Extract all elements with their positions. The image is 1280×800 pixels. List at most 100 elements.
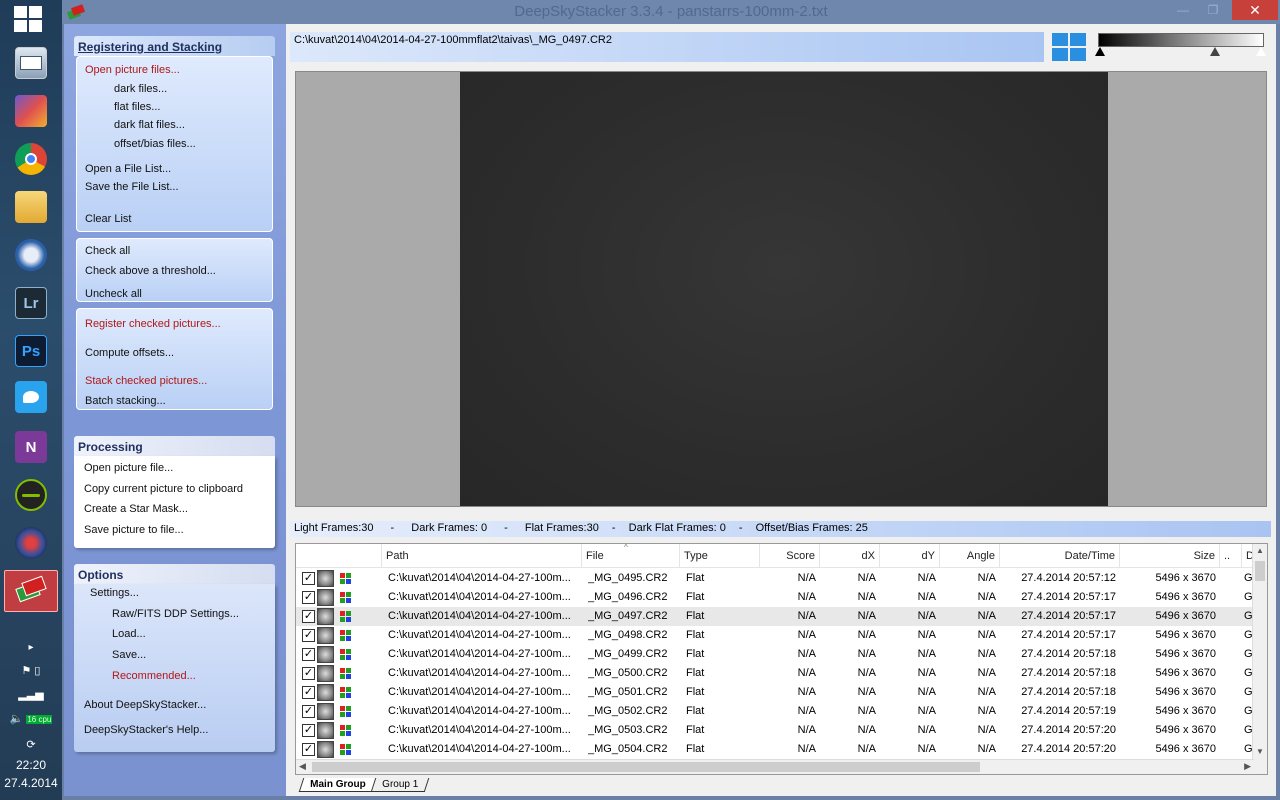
- taskbar-task-manager-icon[interactable]: [4, 42, 58, 84]
- column-header-path[interactable]: Path: [382, 544, 582, 568]
- column-header-score[interactable]: Score: [760, 544, 820, 568]
- row-checkbox[interactable]: ✓: [302, 686, 315, 699]
- preview-picture[interactable]: [460, 72, 1108, 506]
- table-row[interactable]: ✓ C:\kuvat\2014\04\2014-04-27-100m... _MG_…: [296, 645, 1254, 664]
- table-row[interactable]: ✓ C:\kuvat\2014\04\2014-04-27-100m... _MG_…: [296, 588, 1254, 607]
- uncheck-all-link[interactable]: Uncheck all: [85, 288, 142, 300]
- row-checkbox[interactable]: ✓: [302, 705, 315, 718]
- taskbar-lightroom-icon[interactable]: Lr: [4, 282, 58, 324]
- clear-list-link[interactable]: Clear List: [85, 213, 131, 225]
- title-bar[interactable]: DeepSkyStacker 3.3.4 - panstarrs-100mm-2…: [62, 0, 1280, 24]
- black-point-handle[interactable]: [1095, 47, 1105, 56]
- horizontal-scrollbar[interactable]: ◀ ▶: [296, 759, 1254, 774]
- taskbar-chrome-icon[interactable]: [4, 138, 58, 180]
- table-row[interactable]: ✓ C:\kuvat\2014\04\2014-04-27-100m... _MG_…: [296, 683, 1254, 702]
- open-file-list-link[interactable]: Open a File List...: [85, 163, 171, 175]
- table-row[interactable]: ✓ C:\kuvat\2014\04\2014-04-27-100m... _MG_…: [296, 607, 1254, 626]
- stack-checked-link[interactable]: Stack checked pictures...: [85, 375, 207, 387]
- settings-link[interactable]: Settings...: [90, 587, 139, 599]
- taskbar-thunderbird-icon[interactable]: [4, 234, 58, 276]
- copy-to-clipboard-link[interactable]: Copy current picture to clipboard: [84, 483, 243, 495]
- column-header-size[interactable]: Size: [1120, 544, 1220, 568]
- compute-offsets-link[interactable]: Compute offsets...: [85, 347, 174, 359]
- registering-header[interactable]: Registering and Stacking: [74, 36, 275, 56]
- load-settings-link[interactable]: Load...: [112, 628, 146, 640]
- taskbar-onenote-icon[interactable]: N: [4, 426, 58, 468]
- tray-expand-icon[interactable]: ▸: [0, 642, 62, 653]
- tile-view-icon[interactable]: [1052, 33, 1086, 61]
- close-button[interactable]: ✕: [1232, 0, 1278, 20]
- table-row[interactable]: ✓ C:\kuvat\2014\04\2014-04-27-100m... _MG_…: [296, 626, 1254, 645]
- tray-network-icon[interactable]: ▂▃▅: [0, 688, 62, 701]
- tab-main-group[interactable]: Main Group: [298, 778, 377, 792]
- taskbar-photoshop-icon[interactable]: Ps: [4, 330, 58, 372]
- create-star-mask-link[interactable]: Create a Star Mask...: [84, 503, 188, 515]
- row-checkbox[interactable]: ✓: [302, 572, 315, 585]
- table-row[interactable]: ✓ C:\kuvat\2014\04\2014-04-27-100m... _MG_…: [296, 740, 1254, 759]
- row-checkbox[interactable]: ✓: [302, 629, 315, 642]
- tab-group-1[interactable]: Group 1: [370, 778, 430, 792]
- check-above-threshold-link[interactable]: Check above a threshold...: [85, 265, 216, 277]
- tray-date[interactable]: 27.4.2014: [0, 776, 62, 790]
- table-row[interactable]: ✓ C:\kuvat\2014\04\2014-04-27-100m... _MG_…: [296, 721, 1254, 740]
- check-all-link[interactable]: Check all: [85, 245, 130, 257]
- batch-stacking-link[interactable]: Batch stacking...: [85, 395, 166, 407]
- vertical-scrollbar[interactable]: ▲ ▼: [1252, 544, 1267, 774]
- midpoint-handle[interactable]: [1210, 47, 1220, 56]
- table-row[interactable]: ✓ C:\kuvat\2014\04\2014-04-27-100m... _MG_…: [296, 569, 1254, 588]
- scroll-down-icon[interactable]: ▼: [1256, 747, 1264, 756]
- dark-flat-files-link[interactable]: dark flat files...: [114, 119, 185, 131]
- minimize-button[interactable]: —: [1170, 0, 1196, 20]
- taskbar-file-explorer-icon[interactable]: [4, 186, 58, 228]
- open-picture-files-link[interactable]: Open picture files...: [85, 64, 180, 76]
- flat-files-link[interactable]: flat files...: [114, 101, 160, 113]
- processing-header[interactable]: Processing: [74, 436, 275, 456]
- row-checkbox[interactable]: ✓: [302, 743, 315, 756]
- column-header-type[interactable]: Type: [680, 544, 760, 568]
- table-row[interactable]: ✓ C:\kuvat\2014\04\2014-04-27-100m... _MG_…: [296, 664, 1254, 683]
- save-file-list-link[interactable]: Save the File List...: [85, 181, 179, 193]
- recommended-settings-link[interactable]: Recommended...: [112, 670, 196, 682]
- taskbar-mplayer-icon[interactable]: [4, 90, 58, 132]
- column-header-file[interactable]: File ^: [582, 544, 680, 568]
- column-header-angle[interactable]: Angle: [940, 544, 1000, 568]
- about-link[interactable]: About DeepSkyStacker...: [84, 699, 206, 711]
- options-header[interactable]: Options: [74, 564, 275, 584]
- windows-start-icon[interactable]: [14, 6, 44, 34]
- taskbar-twitter-icon[interactable]: [4, 376, 58, 418]
- image-viewer[interactable]: [295, 71, 1267, 507]
- table-row[interactable]: ✓ C:\kuvat\2014\04\2014-04-27-100m... _MG_…: [296, 702, 1254, 721]
- horizontal-scroll-thumb[interactable]: [312, 762, 980, 772]
- taskbar-spotify-icon[interactable]: [4, 474, 58, 516]
- scroll-left-icon[interactable]: ◀: [299, 761, 306, 772]
- vertical-scroll-thumb[interactable]: [1255, 561, 1265, 581]
- row-checkbox[interactable]: ✓: [302, 591, 315, 604]
- row-checkbox[interactable]: ✓: [302, 667, 315, 680]
- register-checked-link[interactable]: Register checked pictures...: [85, 318, 221, 330]
- column-header-dy[interactable]: dY: [880, 544, 940, 568]
- save-picture-link[interactable]: Save picture to file...: [84, 524, 184, 536]
- maximize-button[interactable]: ❐: [1200, 0, 1226, 20]
- column-header-dx[interactable]: dX: [820, 544, 880, 568]
- column-header-datetime[interactable]: Date/Time: [1000, 544, 1120, 568]
- help-link[interactable]: DeepSkyStacker's Help...: [84, 724, 208, 736]
- taskbar-stellarium-icon[interactable]: [4, 522, 58, 564]
- scroll-right-icon[interactable]: ▶: [1244, 761, 1251, 772]
- column-header-extra[interactable]: ..: [1220, 544, 1242, 568]
- white-point-handle[interactable]: [1256, 47, 1266, 56]
- column-header-check[interactable]: [296, 544, 382, 568]
- taskbar-deepskystacker-icon[interactable]: [4, 570, 58, 612]
- dark-files-link[interactable]: dark files...: [114, 83, 167, 95]
- tray-flag-icon[interactable]: ⚑ ▯: [0, 664, 62, 677]
- row-checkbox[interactable]: ✓: [302, 648, 315, 661]
- offset-bias-files-link[interactable]: offset/bias files...: [114, 138, 196, 150]
- levels-slider[interactable]: [1095, 33, 1266, 63]
- raw-fits-settings-link[interactable]: Raw/FITS DDP Settings...: [112, 608, 239, 620]
- tray-time[interactable]: 22:20: [0, 758, 62, 772]
- save-settings-link[interactable]: Save...: [112, 649, 146, 661]
- tray-sync-icon[interactable]: ⟳: [0, 738, 62, 751]
- row-checkbox[interactable]: ✓: [302, 610, 315, 623]
- open-picture-file-link[interactable]: Open picture file...: [84, 462, 173, 474]
- row-checkbox[interactable]: ✓: [302, 724, 315, 737]
- scroll-up-icon[interactable]: ▲: [1256, 546, 1264, 555]
